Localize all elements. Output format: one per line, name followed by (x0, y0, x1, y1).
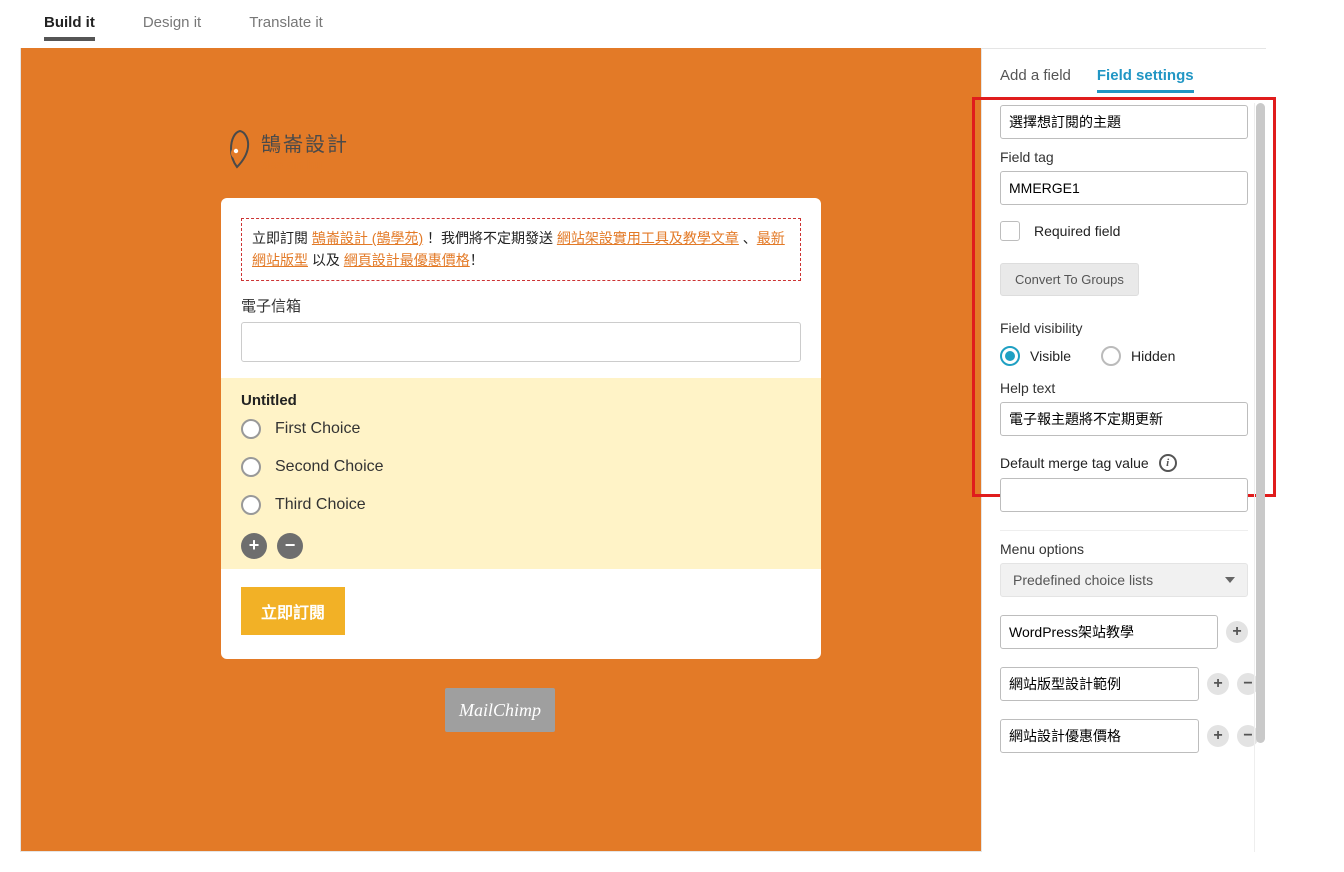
radio-label: Second Choice (275, 458, 384, 476)
radio-label: Third Choice (275, 496, 366, 514)
menu-option-input[interactable] (1000, 667, 1199, 701)
radio-option-1[interactable]: First Choice (233, 419, 809, 439)
field-tag-label: Field tag (1000, 149, 1248, 165)
field-tag-input[interactable] (1000, 171, 1248, 205)
intro-link-brand[interactable]: 鵠崙設計 (鵠學苑) (312, 230, 423, 246)
menu-option-input[interactable] (1000, 615, 1218, 649)
radio-icon (241, 457, 261, 477)
email-label: 電子信箱 (241, 295, 801, 316)
menu-option-input[interactable] (1000, 719, 1199, 753)
radio-option-3[interactable]: Third Choice (233, 495, 809, 515)
tab-design-it[interactable]: Design it (143, 14, 201, 41)
radio-icon (241, 419, 261, 439)
scrollbar[interactable] (1254, 103, 1266, 852)
menu-option-row-1: + (1000, 615, 1248, 649)
add-option-button[interactable]: + (1207, 725, 1229, 747)
required-field-label: Required field (1034, 223, 1120, 239)
default-merge-input[interactable] (1000, 478, 1248, 512)
chevron-down-icon (1225, 577, 1235, 583)
required-field-checkbox-row[interactable]: Required field (1000, 221, 1248, 241)
predefined-select-label: Predefined choice lists (1013, 572, 1153, 588)
radio-label: First Choice (275, 420, 360, 438)
divider (1000, 530, 1248, 531)
visibility-hidden-option[interactable]: Hidden (1101, 346, 1175, 366)
side-tabs: Add a field Field settings (982, 49, 1266, 103)
add-choice-button[interactable]: + (241, 533, 267, 559)
subscribe-button[interactable]: 立即訂閱 (241, 587, 345, 635)
visibility-visible-option[interactable]: Visible (1000, 346, 1071, 366)
tab-build-it[interactable]: Build it (44, 14, 95, 41)
radio-field-block[interactable]: Untitled First Choice Second Choice Thir… (221, 378, 821, 569)
top-tabs: Build it Design it Translate it (0, 0, 1344, 55)
radio-icon (1101, 346, 1121, 366)
logo: 鵠崙設計 design hu (221, 128, 349, 172)
intro-text: 立即訂閱 (252, 230, 308, 246)
help-text-label: Help text (1000, 380, 1248, 396)
visibility-hidden-label: Hidden (1131, 348, 1175, 364)
field-title-input[interactable] (1000, 105, 1248, 139)
intro-text: ！ (470, 252, 484, 268)
menu-options-label: Menu options (1000, 541, 1248, 557)
settings-scroll-area: Field tag Required field Convert To Grou… (982, 99, 1266, 852)
tab-add-field[interactable]: Add a field (1000, 67, 1071, 93)
logo-text-cn: 鵠崙設計 (261, 128, 349, 157)
add-option-button[interactable]: + (1207, 673, 1229, 695)
menu-option-row-3: + − (1000, 719, 1248, 753)
default-merge-label: Default merge tag value (1000, 455, 1149, 471)
form-card: 立即訂閱 鵠崙設計 (鵠學苑) ！我們將不定期發送 網站架設實用工具及教學文章 … (221, 198, 821, 659)
radio-selected-icon (1000, 346, 1020, 366)
radio-icon (241, 495, 261, 515)
intro-link-articles[interactable]: 網站架設實用工具及教學文章 (557, 230, 739, 246)
radio-block-title: Untitled (233, 392, 809, 409)
logo-text-en: design hu (261, 157, 349, 172)
intro-text-block[interactable]: 立即訂閱 鵠崙設計 (鵠學苑) ！我們將不定期發送 網站架設實用工具及教學文章 … (241, 218, 801, 281)
side-panel: Add a field Field settings Field tag Req… (982, 48, 1266, 852)
convert-to-groups-button[interactable]: Convert To Groups (1000, 263, 1139, 296)
menu-option-row-2: + − (1000, 667, 1248, 701)
scrollbar-thumb[interactable] (1256, 103, 1265, 743)
intro-text: 、 (743, 230, 757, 246)
predefined-choice-lists-select[interactable]: Predefined choice lists (1000, 563, 1248, 597)
remove-choice-button[interactable]: − (277, 533, 303, 559)
checkbox-icon (1000, 221, 1020, 241)
visibility-visible-label: Visible (1030, 348, 1071, 364)
info-icon[interactable]: i (1159, 454, 1177, 472)
email-field[interactable] (241, 322, 801, 362)
radio-option-2[interactable]: Second Choice (233, 457, 809, 477)
tab-field-settings[interactable]: Field settings (1097, 67, 1194, 93)
intro-text: 以及 (308, 252, 344, 268)
help-text-input[interactable] (1000, 402, 1248, 436)
tab-translate-it[interactable]: Translate it (249, 14, 323, 41)
bird-logo-icon (221, 129, 253, 171)
intro-link-pricing[interactable]: 網頁設計最優惠價格 (344, 252, 470, 268)
field-visibility-label: Field visibility (1000, 320, 1248, 336)
add-option-button[interactable]: + (1226, 621, 1248, 643)
mailchimp-badge: MailChimp (445, 688, 555, 732)
intro-text: ！我們將不定期發送 (427, 230, 553, 246)
builder-canvas: 鵠崙設計 design hu 立即訂閱 鵠崙設計 (鵠學苑) ！我們將不定期發送… (20, 48, 982, 852)
